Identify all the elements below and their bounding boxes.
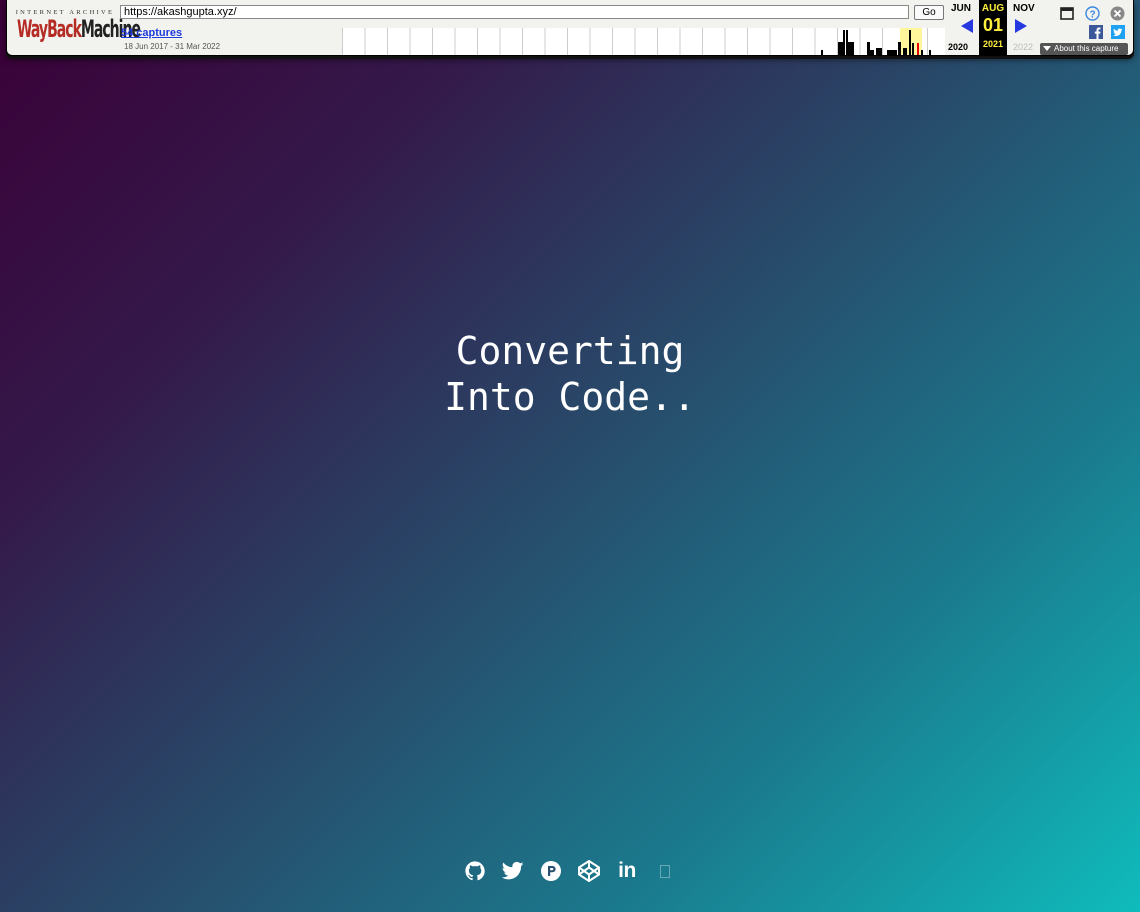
wayback-toolbar: INTERNET ARCHIVE WayBackMachine https://… [6,0,1134,56]
sparkline-bar [821,50,823,55]
sparkline-bar [903,48,907,55]
current-capture-date: AUG 01 2021 [979,0,1007,55]
missing-glyph-icon[interactable] [652,858,678,884]
sparkline-bar [843,30,845,55]
minimize-toolbar-icon[interactable] [1060,7,1074,23]
loading-line-1: Converting [455,329,685,373]
current-day-label: 01 [982,15,1004,35]
current-year-label: 2021 [982,39,1004,49]
sparkline-bar [887,50,897,55]
prev-capture-arrow-icon[interactable] [961,19,973,33]
about-capture-button[interactable]: About this capture [1040,43,1128,55]
about-capture-label: About this capture [1054,44,1119,53]
current-month-label: AUG [981,3,1005,14]
sparkline-bar [870,50,874,55]
dropdown-triangle-icon [1043,46,1051,51]
logo-wayback-machine-text: WayBackMachine [17,15,141,43]
wayback-logo[interactable]: INTERNET ARCHIVE WayBackMachine [15,5,141,51]
loading-message: Converting Into Code.. [0,328,1140,420]
sparkline-bar [848,42,854,55]
go-button[interactable]: Go [914,5,944,20]
producthunt-icon[interactable] [538,858,564,884]
sparkline-current-bar [917,43,919,55]
sparkline-bar [898,42,901,55]
twitter-share-icon[interactable] [1111,25,1125,42]
sparkline-bar [909,30,911,55]
captures-link[interactable]: 54 captures [121,27,182,39]
sparkline-bar [929,50,931,55]
codepen-icon[interactable] [576,858,602,884]
capture-sparkline[interactable] [342,28,945,55]
prev-year-label[interactable]: 2020 [948,42,968,52]
svg-text:?: ? [1089,9,1095,20]
sparkline-bar [912,43,914,55]
next-year-label: 2022 [1013,42,1034,52]
next-capture-arrow-icon[interactable] [1015,19,1027,33]
sparkline-bar [921,50,923,55]
close-icon[interactable] [1110,6,1125,24]
github-icon[interactable] [462,858,488,884]
help-icon[interactable]: ? [1085,6,1100,24]
twitter-icon[interactable] [500,858,526,884]
sparkline-bar [876,48,882,55]
prev-month-label[interactable]: JUN [951,3,971,14]
loading-line-2: Into Code.. [444,375,696,419]
linkedin-icon[interactable]: in [614,858,640,884]
next-month-label[interactable]: NOV [1013,3,1035,14]
facebook-share-icon[interactable] [1089,25,1103,42]
capture-date-range: 18 Jun 2017 - 31 Mar 2022 [124,42,221,51]
url-input[interactable]: https://akashgupta.xyz/ [120,5,909,19]
social-links: in [0,858,1140,884]
linkedin-label: in [618,859,636,882]
